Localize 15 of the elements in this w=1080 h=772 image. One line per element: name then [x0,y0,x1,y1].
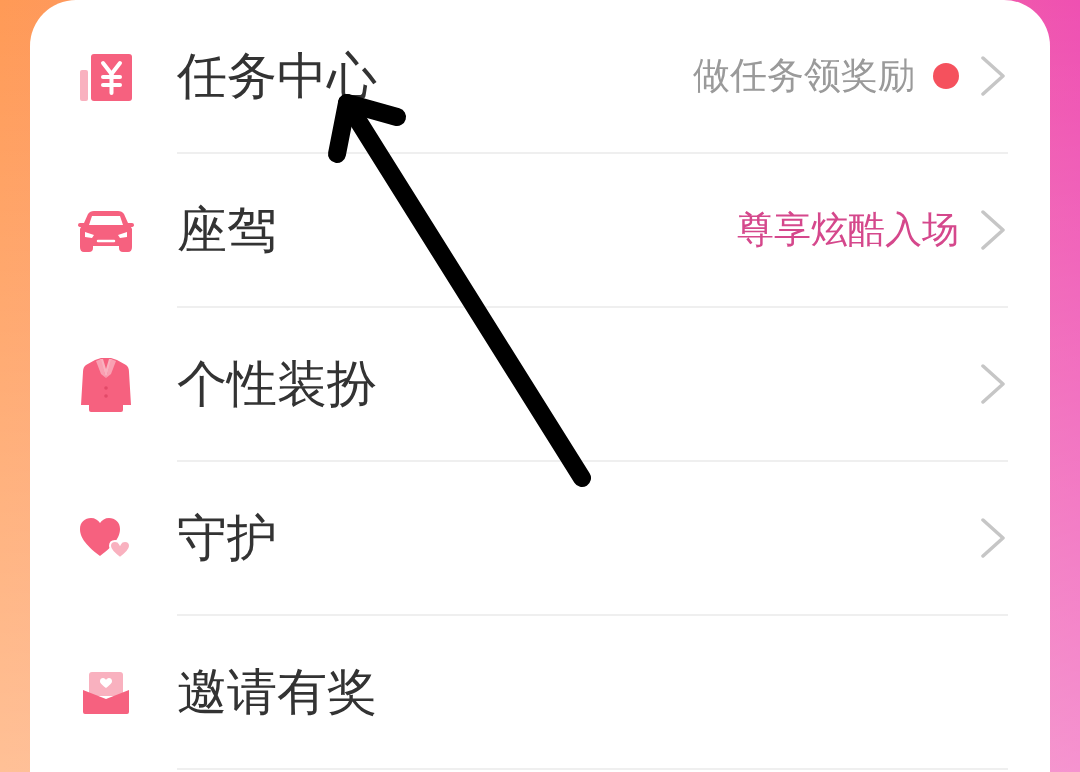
hint-text: 尊享炫酷入场 [737,207,959,253]
hearts-icon [80,518,132,560]
suit-jacket-icon [81,358,131,412]
chevron-right-icon[interactable] [981,364,1005,404]
car-icon [78,210,134,252]
envelope-heart-icon [83,672,129,714]
chevron-right-icon[interactable] [981,518,1005,558]
menu-label[interactable]: 守护 [177,504,277,572]
chevron-right-icon[interactable] [981,56,1005,96]
yen-ledger-icon [80,53,132,101]
menu-label[interactable]: 个性装扮 [177,350,377,418]
menu-label[interactable]: 座驾 [177,196,277,264]
chevron-right-icon[interactable] [981,210,1005,250]
menu-label[interactable]: 邀请有奖 [177,658,377,726]
hint-text: 做任务领奖励 [693,53,915,99]
